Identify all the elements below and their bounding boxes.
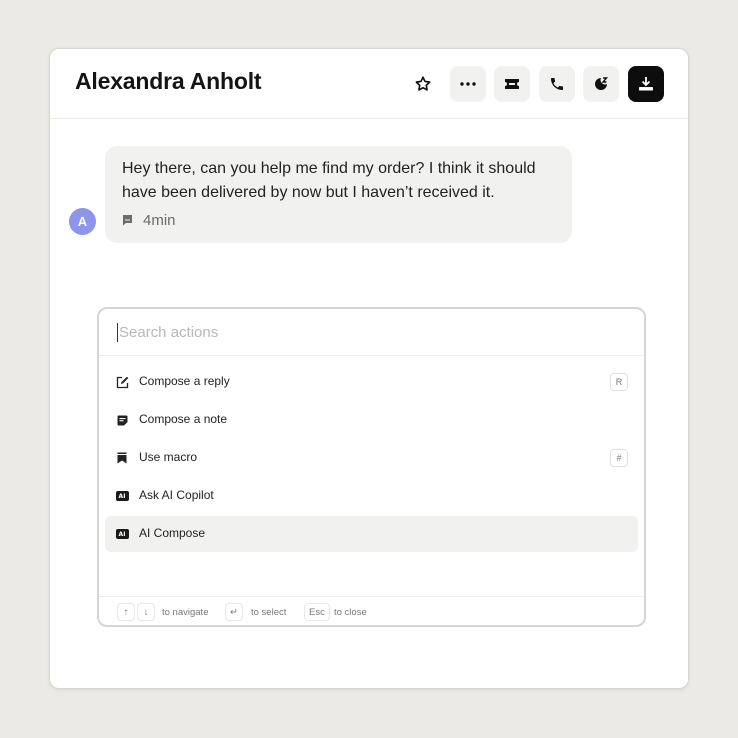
action-label: Compose a reply [139, 374, 230, 388]
ai-icon: AI [115, 489, 129, 503]
phone-button[interactable] [539, 66, 575, 102]
message-text: Hey there, can you help me find my order… [122, 160, 536, 201]
action-label: Use macro [139, 450, 198, 464]
command-palette: Compose a reply R Compose a note Use mac… [97, 307, 646, 627]
ticket-button[interactable] [494, 66, 530, 102]
palette-footer: ↑ ↓ to navigate ↵ to select Esc to close [99, 596, 644, 625]
ticket-icon [505, 79, 519, 89]
enter-key: ↵ [225, 603, 243, 621]
edit-icon [115, 375, 129, 389]
search-actions-input[interactable] [119, 319, 619, 345]
action-label: Ask AI Copilot [139, 488, 214, 502]
close-hint: to close [334, 607, 367, 618]
action-label: AI Compose [139, 526, 206, 540]
search-row [99, 309, 644, 356]
action-compose-note[interactable]: Compose a note [105, 402, 638, 438]
esc-key: Esc [304, 603, 330, 621]
navigate-hint: to navigate [162, 607, 209, 618]
shortcut-key: # [610, 449, 628, 467]
action-use-macro[interactable]: Use macro # [105, 440, 638, 476]
star-button[interactable] [405, 66, 441, 102]
message-time: 4min [143, 211, 176, 229]
ai-icon: AI [115, 527, 129, 541]
select-hint: to select [251, 607, 287, 618]
note-icon [115, 413, 129, 427]
more-button[interactable] [450, 66, 486, 102]
bookmark-icon [115, 451, 129, 465]
customer-message: Hey there, can you help me find my order… [105, 146, 572, 243]
close-conversation-button[interactable] [628, 66, 664, 102]
contact-name: Alexandra Anholt [75, 68, 262, 94]
conversation-window: Alexandra Anholt Hey there, can you help… [49, 48, 689, 689]
action-compose-reply[interactable]: Compose a reply R [105, 364, 638, 400]
more-horizontal-icon [460, 82, 476, 86]
phone-icon [551, 78, 563, 90]
action-ai-compose[interactable]: AI AI Compose [105, 516, 638, 552]
action-ask-ai-copilot[interactable]: AI Ask AI Copilot [105, 478, 638, 514]
text-caret [117, 323, 118, 342]
arrow-up-key: ↑ [117, 603, 135, 621]
avatar: A [69, 208, 96, 235]
arrow-down-key: ↓ [137, 603, 155, 621]
chat-icon [123, 215, 132, 226]
star-icon [415, 76, 431, 91]
action-label: Compose a note [139, 412, 228, 426]
inbox-download-icon [639, 77, 653, 91]
conversation-header: Alexandra Anholt [50, 49, 688, 119]
shortcut-key: R [610, 373, 628, 391]
message-meta: 4min [122, 210, 176, 230]
snooze-icon [595, 77, 609, 90]
snooze-button[interactable] [583, 66, 619, 102]
